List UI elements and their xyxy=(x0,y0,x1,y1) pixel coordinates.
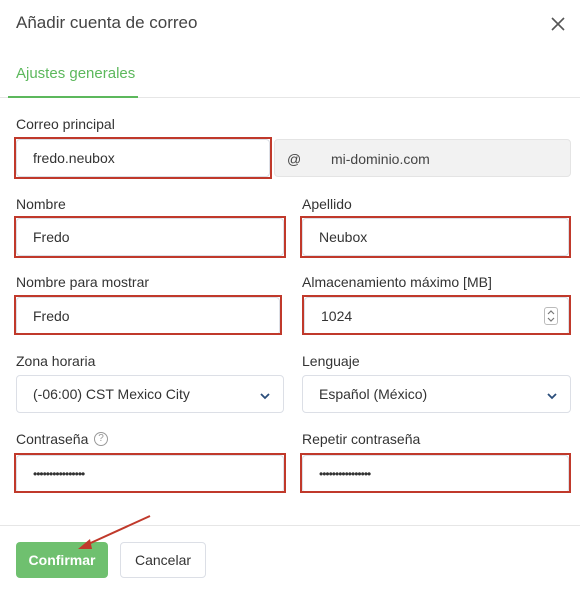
language-value: Español (México) xyxy=(319,386,428,402)
close-icon[interactable] xyxy=(549,15,567,33)
last-name-label: Apellido xyxy=(302,196,352,212)
timezone-label: Zona horaria xyxy=(16,353,96,369)
repeat-password-value: •••••••••••••••• xyxy=(319,467,371,481)
password-value: •••••••••••••••• xyxy=(33,467,85,481)
display-name-value: Fredo xyxy=(33,308,70,324)
first-name-label: Nombre xyxy=(16,196,66,212)
at-sign: @ xyxy=(287,151,302,167)
cancel-button[interactable]: Cancelar xyxy=(120,542,206,578)
email-value: fredo.neubox xyxy=(33,150,115,166)
dialog-title: Añadir cuenta de correo xyxy=(16,13,198,32)
repeat-password-field[interactable]: •••••••••••••••• xyxy=(302,455,569,493)
first-name-field[interactable]: Fredo xyxy=(16,218,284,256)
first-name-value: Fredo xyxy=(33,229,70,245)
email-domain: mi-dominio.com xyxy=(331,151,430,167)
confirm-button[interactable]: Confirmar xyxy=(16,542,108,578)
language-label: Lenguaje xyxy=(302,353,360,369)
last-name-value: Neubox xyxy=(319,229,368,245)
add-mail-account-dialog: Añadir cuenta de correo Ajustes generale… xyxy=(0,0,580,590)
max-storage-stepper[interactable]: 1024 xyxy=(304,297,569,335)
active-tab-indicator xyxy=(8,96,138,98)
repeat-password-label: Repetir contraseña xyxy=(302,431,421,447)
password-label: Contraseña xyxy=(16,431,89,447)
tab-general-settings[interactable]: Ajustes generales xyxy=(16,65,135,82)
max-storage-value: 1024 xyxy=(321,308,353,324)
language-select[interactable]: Español (México) xyxy=(302,375,571,413)
stepper-arrows-icon[interactable] xyxy=(544,307,558,325)
email-domain-box: @ mi-dominio.com xyxy=(274,139,571,177)
display-name-label: Nombre para mostrar xyxy=(16,274,150,290)
timezone-select[interactable]: (-06:00) CST Mexico City xyxy=(16,375,284,413)
chevron-down-icon xyxy=(259,389,271,401)
help-icon[interactable]: ? xyxy=(94,432,108,446)
email-label: Correo principal xyxy=(16,116,115,132)
timezone-value: (-06:00) CST Mexico City xyxy=(33,386,190,402)
chevron-down-icon xyxy=(546,389,558,401)
max-storage-label: Almacenamiento máximo [MB] xyxy=(302,274,492,290)
password-field[interactable]: •••••••••••••••• xyxy=(16,455,284,493)
footer-divider xyxy=(0,525,580,526)
email-field[interactable]: fredo.neubox xyxy=(16,139,270,177)
display-name-field[interactable]: Fredo xyxy=(16,297,280,335)
last-name-field[interactable]: Neubox xyxy=(302,218,569,256)
